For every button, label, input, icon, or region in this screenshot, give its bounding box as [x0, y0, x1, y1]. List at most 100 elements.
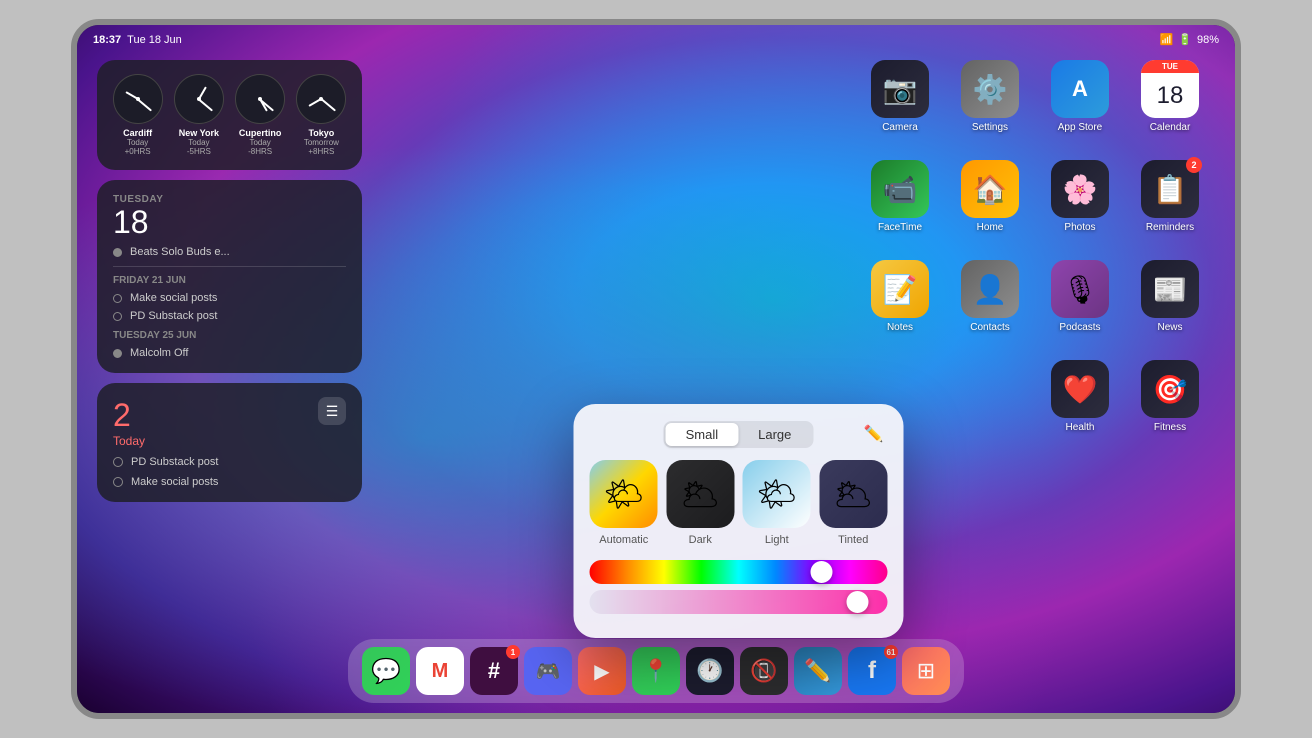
picker-header: Small Large ✏️ — [590, 420, 888, 448]
app-health[interactable]: ❤️ Health — [1040, 360, 1120, 450]
app-news-icon: 📰 — [1141, 260, 1199, 318]
clock-cupertino: Cupertino Today -8HRS — [234, 74, 287, 156]
rem-count-block: 2 Today — [113, 397, 145, 448]
clock-widget[interactable]: Cardiff Today +0HRS New York Today -5HRS — [97, 60, 362, 170]
calendar-date-num: 18 — [1157, 84, 1184, 108]
app-home[interactable]: 🏠 Home — [950, 160, 1030, 250]
app-camera-icon: 📷 — [871, 60, 929, 118]
app-reminders[interactable]: 📋 2 Reminders — [1130, 160, 1210, 250]
weather-light-emoji: 🌤 — [756, 475, 797, 513]
eyedropper-icon[interactable]: ✏️ — [859, 420, 887, 448]
app-contacts[interactable]: 👤 Contacts — [950, 260, 1030, 350]
facebook-badge: 61 — [884, 645, 898, 659]
dock-screentime[interactable]: 📵 — [740, 647, 788, 695]
app-reminders-label: Reminders — [1146, 222, 1194, 233]
app-photos-icon: 🌸 — [1051, 160, 1109, 218]
clock-offset-cupertino: -8HRS — [248, 147, 272, 156]
app-photos[interactable]: 🌸 Photos — [1040, 160, 1120, 250]
widget-item-social: Make social posts — [113, 292, 346, 304]
picker-small-btn[interactable]: Small — [666, 423, 739, 446]
slack-badge: 1 — [506, 645, 520, 659]
slack-icon: # — [488, 658, 500, 684]
status-date: Tue 18 Jun — [127, 34, 182, 46]
status-bar: 18:37 Tue 18 Jun 📶 🔋 98% — [93, 33, 1219, 46]
rem-item-substack: PD Substack post — [113, 456, 346, 468]
dock-altstore[interactable]: ▶ — [578, 647, 626, 695]
picker-weather-tinted-icon: 🌥 — [819, 460, 887, 528]
widget-sub-label-tue25: TUESDAY 25 JUN — [113, 330, 346, 341]
app-health-label: Health — [1066, 422, 1095, 433]
clock-city-cupertino: Cupertino — [239, 128, 282, 138]
app-fitness[interactable]: 🎯 Fitness — [1130, 360, 1210, 450]
reminders-count-widget[interactable]: 2 Today ☰ PD Substack post Make social p… — [97, 383, 362, 502]
app-calendar[interactable]: TUE 18 Calendar — [1130, 60, 1210, 150]
picker-option-dark[interactable]: 🌥 Dark — [666, 460, 735, 546]
app-facetime-label: FaceTime — [878, 222, 922, 233]
rainbow-slider-thumb[interactable] — [811, 561, 833, 583]
picker-large-btn[interactable]: Large — [738, 423, 811, 446]
dock-pixelmator[interactable]: ✏️ — [794, 647, 842, 695]
center-dot-tokyo — [319, 97, 323, 101]
widget-text-malcolm: Malcolm Off — [130, 347, 188, 359]
dock-clock[interactable]: 🕐 — [686, 647, 734, 695]
widgets-column: Cardiff Today +0HRS New York Today -5HRS — [97, 60, 362, 502]
rem-today: Today — [113, 434, 145, 448]
color-slider-row — [590, 560, 888, 614]
dock-gmail[interactable]: M — [416, 647, 464, 695]
picker-option-automatic[interactable]: 🌤 Automatic — [590, 460, 659, 546]
rem-item-social: Make social posts — [113, 476, 346, 488]
calendar-date-display: 18 — [1141, 73, 1199, 118]
clock-tokyo: Tokyo Tomorrow +8HRS — [295, 74, 348, 156]
pink-slider-thumb[interactable] — [847, 591, 869, 613]
dock-messages[interactable]: 💬 — [362, 647, 410, 695]
screentime-icon: 📵 — [750, 658, 777, 684]
app-fitness-icon: 🎯 — [1141, 360, 1199, 418]
dock-discord[interactable]: 🎮 — [524, 647, 572, 695]
clock-icon: 🕐 — [696, 658, 723, 684]
app-news[interactable]: 📰 News — [1130, 260, 1210, 350]
clock-city-cardiff: Cardiff — [123, 128, 152, 138]
pink-slider[interactable] — [590, 590, 888, 614]
clock-day-cardiff: Today — [127, 138, 148, 147]
pixelmator-icon: ✏️ — [804, 658, 831, 684]
picker-tinted-label: Tinted — [838, 534, 868, 546]
app-home-label: Home — [977, 222, 1004, 233]
clock-cardiff: Cardiff Today +0HRS — [111, 74, 164, 156]
widget-picker[interactable]: Small Large ✏️ 🌤 Automatic 🌥 Dark 🌤 — [574, 404, 904, 638]
clock-offset-cardiff: +0HRS — [125, 147, 151, 156]
app-settings[interactable]: ⚙️ Settings — [950, 60, 1030, 150]
clock-day-newyork: Today — [188, 138, 209, 147]
reminders-badge: 2 — [1186, 157, 1202, 173]
status-right: 📶 🔋 98% — [1160, 33, 1219, 46]
dock-maps[interactable]: 📍 — [632, 647, 680, 695]
app-photos-label: Photos — [1064, 222, 1095, 233]
dock-facebook[interactable]: f 61 — [848, 647, 896, 695]
widget-item-malcolm: Malcolm Off — [113, 347, 346, 359]
app-appstore[interactable]: A App Store — [1040, 60, 1120, 150]
dock: 💬 M # 1 🎮 ▶ 📍 🕐 📵 ✏️ f 61 — [348, 639, 964, 703]
clock-day-cupertino: Today — [249, 138, 270, 147]
clock-offset-newyork: -5HRS — [187, 147, 211, 156]
widget-dot-malcolm — [113, 349, 122, 358]
widget-dot-beats — [113, 248, 122, 257]
reminder-calendar-widget[interactable]: TUESDAY 18 Beats Solo Buds e... FRIDAY 2… — [97, 180, 362, 373]
rem-text-social: Make social posts — [131, 476, 218, 488]
app-facetime[interactable]: 📹 FaceTime — [860, 160, 940, 250]
center-dot-newyork — [197, 97, 201, 101]
weather-auto-emoji: 🌤 — [603, 475, 644, 513]
app-appstore-icon: A — [1051, 60, 1109, 118]
rainbow-slider[interactable] — [590, 560, 888, 584]
picker-option-light[interactable]: 🌤 Light — [743, 460, 812, 546]
app-calendar-label: Calendar — [1150, 122, 1191, 133]
picker-option-tinted[interactable]: 🌥 Tinted — [819, 460, 888, 546]
dock-slack[interactable]: # 1 — [470, 647, 518, 695]
app-fitness-label: Fitness — [1154, 422, 1186, 433]
clock-day-tokyo: Tomorrow — [304, 138, 339, 147]
app-notes[interactable]: 📝 Notes — [860, 260, 940, 350]
app-podcasts[interactable]: 🎙 Podcasts — [1040, 260, 1120, 350]
rem-circle-substack — [113, 457, 123, 467]
widget-text-substack: PD Substack post — [130, 310, 217, 322]
app-camera[interactable]: 📷 Camera — [860, 60, 940, 150]
wifi-icon: 📶 — [1160, 33, 1174, 46]
dock-launchpad[interactable]: ⊞ — [902, 647, 950, 695]
